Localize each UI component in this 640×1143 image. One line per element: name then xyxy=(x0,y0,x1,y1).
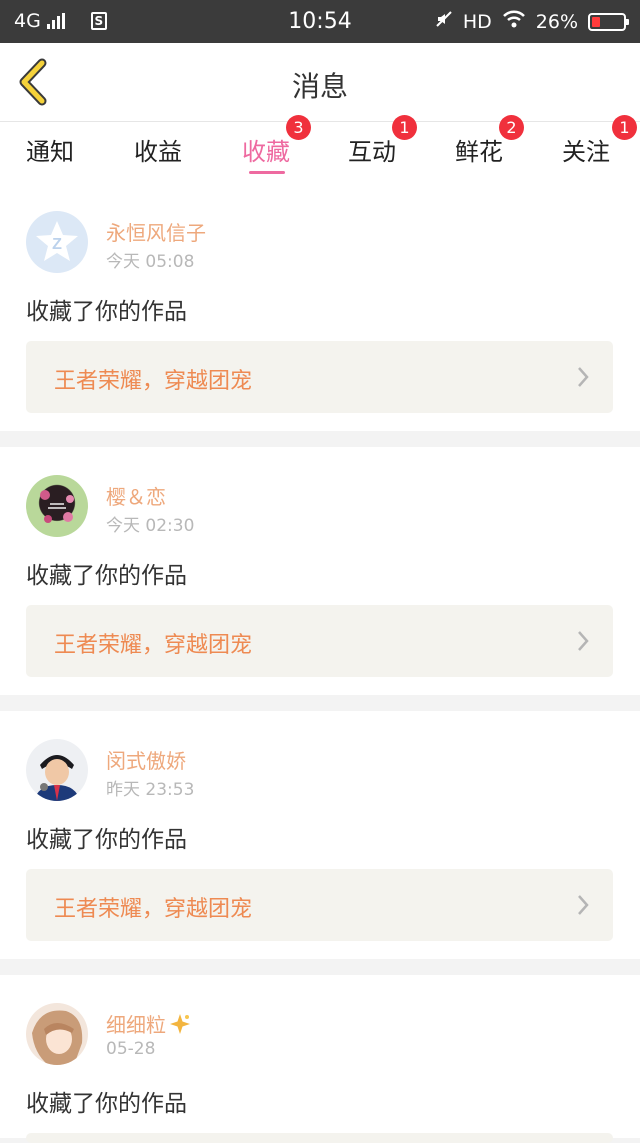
svg-text:Z: Z xyxy=(52,236,62,253)
battery-percent: 26% xyxy=(535,10,578,33)
tab-follows[interactable]: 关注 1 xyxy=(562,115,637,167)
flower-avatar-icon xyxy=(40,490,74,523)
tab-favorites[interactable]: 收藏 3 xyxy=(242,115,311,167)
mute-icon xyxy=(435,10,453,33)
avatar[interactable] xyxy=(26,1003,88,1065)
work-title: 王者荣耀，穿越团宠 xyxy=(54,897,253,922)
chevron-right-icon xyxy=(578,631,589,651)
tab-flowers[interactable]: 鲜花 2 xyxy=(455,115,524,167)
active-tab-indicator xyxy=(249,171,285,174)
nav-header: 消息 xyxy=(0,43,640,122)
timestamp: 今天 02:30 xyxy=(106,516,195,536)
default-avatar-icon: Z xyxy=(36,221,78,261)
username[interactable]: 永恒风信子 xyxy=(106,217,206,246)
timestamp: 昨天 23:53 xyxy=(106,780,195,800)
username-text: 细细粒 xyxy=(106,1013,166,1037)
avatar[interactable]: Z xyxy=(26,211,88,273)
username[interactable]: 樱＆恋 xyxy=(106,481,166,510)
work-link[interactable]: 王者荣耀，穿越团宠 xyxy=(26,869,613,941)
tab-label: 互动 xyxy=(348,138,396,166)
anime-avatar-icon xyxy=(32,1010,83,1065)
hd-label: HD xyxy=(462,10,492,33)
timestamp: 今天 05:08 xyxy=(106,252,195,272)
message-card: 闵式傲娇 昨天 23:53 收藏了你的作品 王者荣耀，穿越团宠 xyxy=(0,711,640,959)
battery-icon xyxy=(588,12,629,31)
action-text: 收藏了你的作品 xyxy=(26,563,187,589)
tab-label: 鲜花 xyxy=(455,138,503,166)
username[interactable]: 细细粒 xyxy=(106,1009,192,1038)
person-avatar-icon xyxy=(34,755,80,801)
tab-bar: 通知 收益 收藏 3 互动 1 鲜花 2 关注 1 xyxy=(0,115,640,182)
tab-earnings[interactable]: 收益 xyxy=(134,132,182,167)
unread-badge: 2 xyxy=(499,115,524,140)
tab-label: 通知 xyxy=(26,138,74,166)
tab-notifications[interactable]: 通知 xyxy=(26,132,74,167)
avatar[interactable] xyxy=(26,475,88,537)
tab-label: 收藏 xyxy=(242,138,290,166)
username[interactable]: 闵式傲娇 xyxy=(106,745,186,774)
unread-badge: 3 xyxy=(286,115,311,140)
work-link[interactable]: 王者荣耀，穿越团宠 xyxy=(26,341,613,413)
action-text: 收藏了你的作品 xyxy=(26,1091,187,1117)
message-card: 樱＆恋 今天 02:30 收藏了你的作品 王者荣耀，穿越团宠 xyxy=(0,447,640,695)
unread-badge: 1 xyxy=(612,115,637,140)
action-text: 收藏了你的作品 xyxy=(26,299,187,325)
status-bar: 4G S 10:54 HD 26% xyxy=(0,0,640,43)
tab-label: 关注 xyxy=(562,138,610,166)
chevron-right-icon xyxy=(578,367,589,387)
chevron-right-icon xyxy=(578,895,589,915)
page-title: 消息 xyxy=(291,70,348,103)
work-title: 王者荣耀，穿越团宠 xyxy=(54,633,253,658)
unread-badge: 1 xyxy=(392,115,417,140)
avatar[interactable] xyxy=(26,739,88,801)
wifi-icon xyxy=(502,10,526,33)
work-title: 王者荣耀，穿越团宠 xyxy=(54,369,253,394)
work-link[interactable] xyxy=(26,1133,613,1143)
action-text: 收藏了你的作品 xyxy=(26,827,187,853)
tab-label: 收益 xyxy=(134,138,182,166)
message-card: Z 永恒风信子 今天 05:08 收藏了你的作品 王者荣耀，穿越团宠 xyxy=(0,182,640,431)
message-card: 细细粒 05-28 收藏了你的作品 xyxy=(0,975,640,1143)
sparkle-icon xyxy=(170,1014,190,1034)
work-link[interactable]: 王者荣耀，穿越团宠 xyxy=(26,605,613,677)
timestamp: 05-28 xyxy=(106,1039,156,1059)
tab-interactions[interactable]: 互动 1 xyxy=(348,115,417,167)
